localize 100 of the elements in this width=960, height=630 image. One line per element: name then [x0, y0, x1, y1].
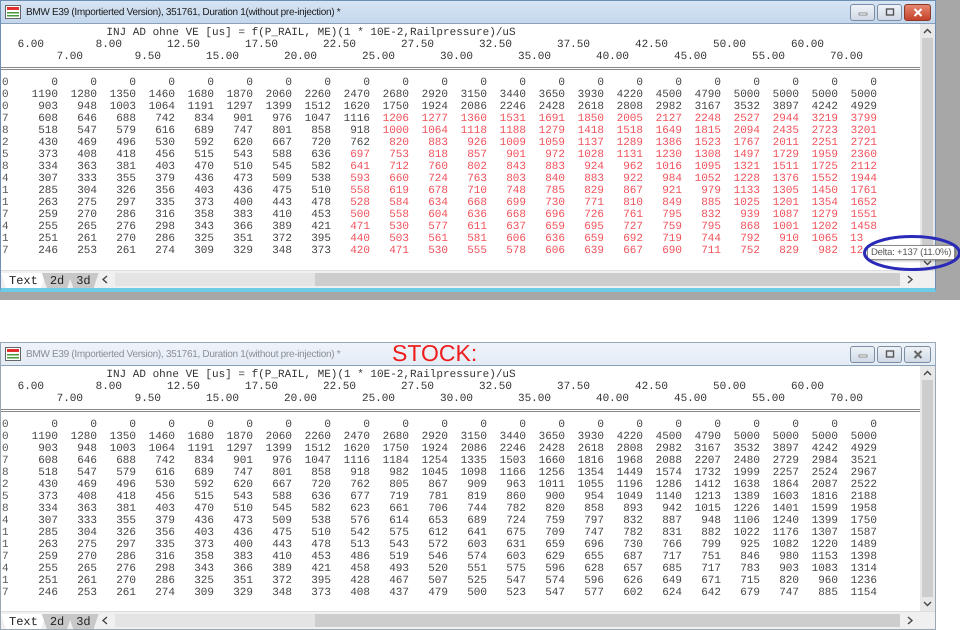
table-cell: 335: [155, 539, 175, 551]
close-button[interactable]: [904, 346, 931, 362]
sheet-tab[interactable]: 2d: [42, 614, 72, 629]
close-button[interactable]: [904, 4, 931, 20]
table-cell: 453: [311, 551, 331, 563]
table-cell: 717: [701, 563, 721, 575]
table-cell: 727: [623, 221, 643, 233]
axis-label: 15.00: [206, 393, 239, 405]
table-cell: 948: [77, 443, 97, 455]
row-label: 8: [1, 125, 9, 137]
table-cell: 578: [506, 245, 526, 257]
table-cell: 751: [701, 551, 721, 563]
scroll-up-icon[interactable]: [923, 28, 932, 34]
annotation-label: STOCK:: [392, 340, 478, 367]
sheet-tab[interactable]: Text: [1, 273, 46, 288]
table-cell: 326: [116, 185, 136, 197]
table-cell: 642: [701, 587, 721, 599]
table-cell: 1106: [734, 515, 760, 527]
table-cell: 711: [701, 245, 721, 257]
table-cell: 1850: [578, 113, 604, 125]
table-cell: 329: [233, 587, 253, 599]
scroll-down-icon[interactable]: [923, 260, 932, 266]
table-cell: 697: [350, 149, 370, 161]
axis-label: 7.00: [56, 393, 83, 405]
horizontal-scrollbar[interactable]: [114, 614, 900, 627]
axis-label: 37.50: [556, 381, 590, 393]
table-cell: 903: [38, 101, 58, 113]
row-label: 4: [1, 563, 9, 575]
table-cell: 1638: [734, 479, 760, 491]
table-cell: 818: [428, 149, 448, 161]
table-cell: 695: [584, 221, 604, 233]
table-cell: 712: [389, 161, 409, 173]
table-cell: 3650: [538, 89, 565, 101]
table-cell: 456: [155, 149, 175, 161]
table-cell: 2967: [850, 467, 877, 479]
table-cell: 747: [233, 467, 253, 479]
table-cell: 724: [428, 173, 448, 185]
table-cell: 1458: [850, 221, 877, 233]
table-cell: 2207: [694, 455, 721, 467]
table-cell: 1386: [656, 137, 682, 149]
table-cell: 0: [129, 77, 136, 89]
table-cell: 373: [311, 245, 331, 257]
table-cell: 0: [129, 419, 136, 431]
table-cell: 510: [311, 527, 331, 539]
table-cell: 1064: [148, 101, 175, 113]
table-cell: 636: [545, 233, 565, 245]
table-cell: 608: [38, 113, 58, 125]
table-cell: 747: [779, 587, 799, 599]
table-cell: 1523: [694, 137, 721, 149]
table-cell: 381: [116, 161, 136, 173]
scroll-down-icon[interactable]: [923, 601, 932, 607]
axis-label: 32.50: [478, 381, 512, 393]
minimize-button[interactable]: [850, 4, 875, 20]
table-cell: 1649: [656, 125, 682, 137]
sheet-tab[interactable]: 3d: [68, 273, 99, 288]
row-label: 7: [1, 587, 9, 599]
table-cell: 1000: [382, 125, 409, 137]
table-cell: 0: [870, 419, 877, 431]
scroll-right-icon[interactable]: [906, 616, 914, 625]
scroll-left-icon[interactable]: [100, 616, 109, 625]
table-cell: 1025: [734, 197, 760, 209]
scroll-up-icon[interactable]: [923, 370, 932, 376]
table-cell: 858: [311, 125, 331, 137]
table-cell: 0: [636, 419, 643, 431]
table-cell: 1761: [850, 185, 877, 197]
table-cell: 730: [623, 539, 643, 551]
horizontal-scrollbar[interactable]: [114, 273, 900, 286]
table-cell: 3150: [460, 431, 487, 443]
sheet-tab[interactable]: Text: [1, 614, 46, 629]
table-cell: 530: [155, 479, 175, 491]
table-cell: 834: [194, 455, 214, 467]
table-cell: 1065: [812, 233, 838, 245]
minimize-button[interactable]: [850, 346, 875, 362]
table-cell: 453: [311, 209, 331, 221]
scroll-right-icon[interactable]: [906, 275, 914, 284]
row-label: 1: [1, 185, 9, 197]
table-cell: 309: [194, 587, 214, 599]
sheet-tab[interactable]: 3d: [68, 614, 99, 629]
axis-label: 27.50: [400, 39, 434, 51]
table-cell: 748: [506, 185, 526, 197]
table-cell: 637: [506, 221, 526, 233]
table-cell: 473: [233, 515, 253, 527]
table-cell: 530: [428, 245, 448, 257]
table-cell: 1750: [382, 443, 409, 455]
table-cell: 307: [38, 173, 58, 185]
table-cell: 1098: [460, 467, 487, 479]
vertical-scrollbar[interactable]: [920, 366, 935, 611]
table-cell: 304: [77, 527, 97, 539]
table-cell: 577: [584, 587, 604, 599]
table-cell: 834: [194, 113, 214, 125]
axis-label: 9.50: [134, 393, 161, 405]
table-cell: 976: [272, 455, 292, 467]
table-cell: 261: [77, 233, 97, 245]
table-cell: 1280: [70, 89, 97, 101]
sheet-tab[interactable]: 2d: [42, 273, 72, 288]
maximize-button[interactable]: [877, 346, 902, 362]
table-cell: 810: [623, 197, 643, 209]
table-cell: 0: [792, 419, 799, 431]
maximize-button[interactable]: [877, 4, 902, 20]
scroll-left-icon[interactable]: [100, 275, 109, 284]
